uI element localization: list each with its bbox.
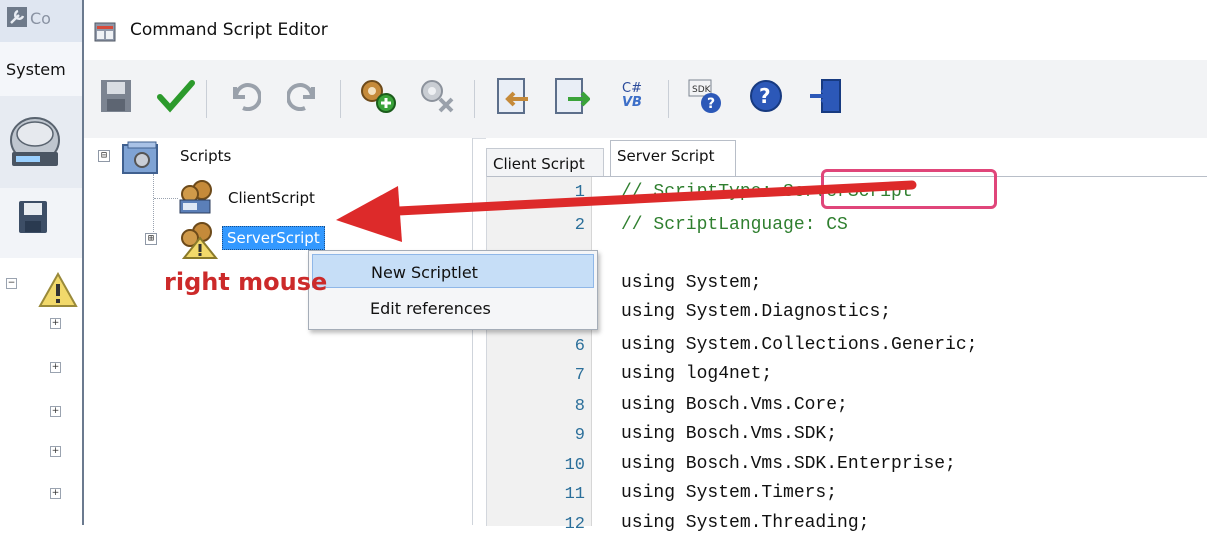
annotation-highlight-box xyxy=(821,169,997,209)
code-editor[interactable]: 1 2 6 7 8 9 10 11 12 // ScriptType: Serv… xyxy=(486,169,1207,534)
code-line: // ScriptLanguage: CS xyxy=(621,215,848,235)
convert-cs-vb-icon[interactable]: C# VB xyxy=(610,74,654,118)
device-icon[interactable] xyxy=(8,104,62,174)
add-scriptlet-icon[interactable] xyxy=(356,74,400,118)
code-line: using Bosch.Vms.SDK.Enterprise; xyxy=(621,454,956,474)
check-icon[interactable] xyxy=(154,74,198,118)
convert-vb-label: VB xyxy=(622,95,642,110)
code-line: using System; xyxy=(621,273,762,293)
script-tree: ⊟ Scripts ClientScript ⊞ ServerScript xyxy=(84,138,473,525)
menu-item-new-scriptlet[interactable]: New Scriptlet xyxy=(312,254,594,288)
background-titlebar: Co xyxy=(0,0,82,42)
background-window-title: Co xyxy=(30,9,51,28)
line-number: 10 xyxy=(564,456,585,475)
tree-line xyxy=(154,198,178,199)
tree-node-serverscript[interactable]: ServerScript xyxy=(222,226,325,250)
code-line: using System.Timers; xyxy=(621,483,838,503)
menu-item-edit-references[interactable]: Edit references xyxy=(312,291,594,325)
script-editor-icon xyxy=(94,22,116,42)
toolbar-separator xyxy=(474,80,475,118)
background-tree: − + + + + + xyxy=(0,258,82,525)
undo-icon[interactable] xyxy=(222,74,266,118)
floppy-disk-icon[interactable] xyxy=(18,200,48,234)
code-line: using System.Diagnostics; xyxy=(621,302,892,322)
annotation-right-mouse: right mouse xyxy=(164,268,328,296)
expander-icon[interactable]: + xyxy=(50,488,61,499)
expander-icon[interactable]: − xyxy=(6,278,17,289)
expander-icon[interactable]: + xyxy=(50,406,61,417)
code-line: using Bosch.Vms.SDK; xyxy=(621,424,838,444)
code-line: using System.Threading; xyxy=(621,513,870,533)
client-script-icon xyxy=(179,180,212,214)
line-number: 8 xyxy=(574,397,585,416)
help-icon[interactable]: ? xyxy=(744,74,788,118)
code-line: using log4net; xyxy=(621,364,773,384)
background-menubar: System xyxy=(0,42,82,96)
line-number: 9 xyxy=(574,426,585,445)
command-script-editor-window: Command Script Editor C# VB SDK ? ? ⊟ Sc… xyxy=(82,0,1207,534)
toolbar-separator xyxy=(206,80,207,118)
svg-text:?: ? xyxy=(759,84,771,108)
svg-text:?: ? xyxy=(707,96,715,112)
expander-icon[interactable]: + xyxy=(50,446,61,457)
line-number: 1 xyxy=(574,183,585,202)
server-script-warning-icon xyxy=(181,222,218,259)
toolbar-separator xyxy=(340,80,341,118)
expand-expander[interactable]: ⊞ xyxy=(145,233,157,245)
sdk-help-icon[interactable]: SDK? xyxy=(684,74,728,118)
exit-icon[interactable] xyxy=(804,74,848,118)
convert-cs-label: C# xyxy=(622,81,642,96)
background-window: Co System − + + + + + xyxy=(0,0,82,525)
tree-node-clientscript[interactable]: ClientScript xyxy=(228,189,315,207)
scripts-folder-icon xyxy=(122,141,158,174)
expander-icon[interactable]: + xyxy=(50,318,61,329)
import-icon[interactable] xyxy=(490,74,534,118)
toolbar: C# VB SDK? ? xyxy=(84,60,1207,139)
line-number: 2 xyxy=(574,216,585,235)
line-number-gutter: 1 2 6 7 8 9 10 11 12 xyxy=(487,177,592,534)
line-number: 7 xyxy=(574,366,585,385)
toolbar-separator xyxy=(668,80,669,118)
expander-icon[interactable]: + xyxy=(50,362,61,373)
redo-icon[interactable] xyxy=(282,74,326,118)
save-icon[interactable] xyxy=(94,74,138,118)
tree-line xyxy=(153,174,154,236)
remove-scriptlet-icon[interactable] xyxy=(416,74,460,118)
wrench-icon xyxy=(7,7,27,27)
line-number: 11 xyxy=(564,485,585,504)
line-number: 6 xyxy=(574,337,585,356)
export-icon[interactable] xyxy=(550,74,594,118)
tab-client-script[interactable]: Client Script xyxy=(486,148,604,178)
window-title: Command Script Editor xyxy=(130,20,328,40)
menu-system[interactable]: System xyxy=(6,60,66,79)
warning-icon xyxy=(38,272,78,307)
code-line: using Bosch.Vms.Core; xyxy=(621,395,848,415)
context-menu: New Scriptlet Edit references xyxy=(308,250,598,330)
menu-item-label: Edit references xyxy=(370,299,491,318)
menu-item-label: New Scriptlet xyxy=(371,263,478,282)
code-line: using System.Collections.Generic; xyxy=(621,335,978,355)
tab-server-script[interactable]: Server Script xyxy=(610,140,736,176)
tree-node-scripts[interactable]: Scripts xyxy=(180,147,231,165)
collapse-expander[interactable]: ⊟ xyxy=(98,150,110,162)
editor-titlebar: Command Script Editor xyxy=(84,0,1207,60)
